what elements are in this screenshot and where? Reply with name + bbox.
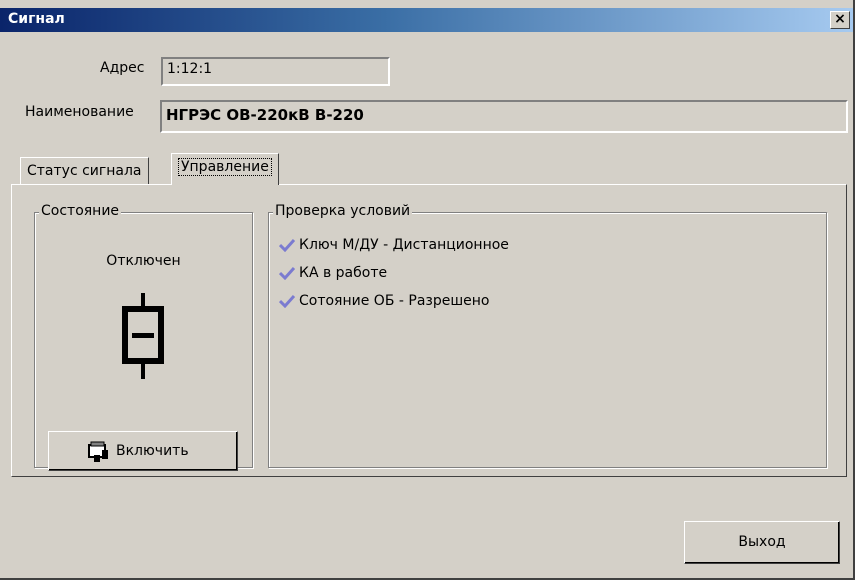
conditions-group-legend: Проверка условий bbox=[273, 203, 413, 219]
switch-on-button[interactable]: Включить bbox=[48, 431, 238, 471]
check-icon bbox=[278, 294, 296, 309]
state-group: Состояние Отключен Включить bbox=[34, 203, 253, 471]
tab-control[interactable]: Управление bbox=[171, 153, 279, 185]
close-button[interactable]: × bbox=[830, 11, 850, 29]
close-icon: × bbox=[834, 11, 846, 27]
exit-button-label: Выход bbox=[738, 534, 786, 550]
name-label: Наименование bbox=[25, 104, 134, 120]
state-group-legend: Состояние bbox=[39, 203, 122, 219]
name-field: НГРЭС ОВ-220кВ В-220 bbox=[160, 100, 848, 133]
tab-signal-status[interactable]: Статус сигнала bbox=[20, 157, 149, 185]
signal-dialog: Сигнал × Адрес 1:12:1 Наименование НГРЭС… bbox=[0, 0, 855, 580]
window-title: Сигнал bbox=[8, 11, 65, 27]
address-label: Адрес bbox=[100, 60, 145, 76]
tab-label: Управление bbox=[178, 158, 272, 176]
switch-on-button-label: Включить bbox=[116, 443, 189, 459]
tab-label: Статус сигнала bbox=[27, 163, 142, 179]
control-tab-panel: Состояние Отключен Включить Проверка усл… bbox=[11, 184, 847, 477]
conditions-group: Проверка условий Ключ М/ДУ - Дистанционн… bbox=[268, 203, 827, 468]
condition-label: КА в работе bbox=[299, 265, 388, 281]
name-value: НГРЭС ОВ-220кВ В-220 bbox=[166, 106, 364, 124]
condition-label: Сотояние ОБ - Разрешено bbox=[299, 293, 490, 309]
title-bar[interactable]: Сигнал × bbox=[0, 8, 853, 32]
breaker-switch-icon bbox=[88, 441, 108, 462]
breaker-open-icon bbox=[122, 293, 164, 379]
state-status-text: Отключен bbox=[106, 253, 181, 269]
condition-item: Сотояние ОБ - Разрешено bbox=[278, 293, 490, 313]
check-icon bbox=[278, 266, 296, 281]
address-field: 1:12:1 bbox=[161, 57, 390, 86]
condition-item: КА в работе bbox=[278, 265, 388, 285]
condition-item: Ключ М/ДУ - Дистанционное bbox=[278, 237, 509, 257]
check-icon bbox=[278, 238, 296, 253]
address-value: 1:12:1 bbox=[167, 61, 213, 77]
condition-label: Ключ М/ДУ - Дистанционное bbox=[299, 237, 509, 253]
exit-button[interactable]: Выход bbox=[684, 521, 840, 564]
